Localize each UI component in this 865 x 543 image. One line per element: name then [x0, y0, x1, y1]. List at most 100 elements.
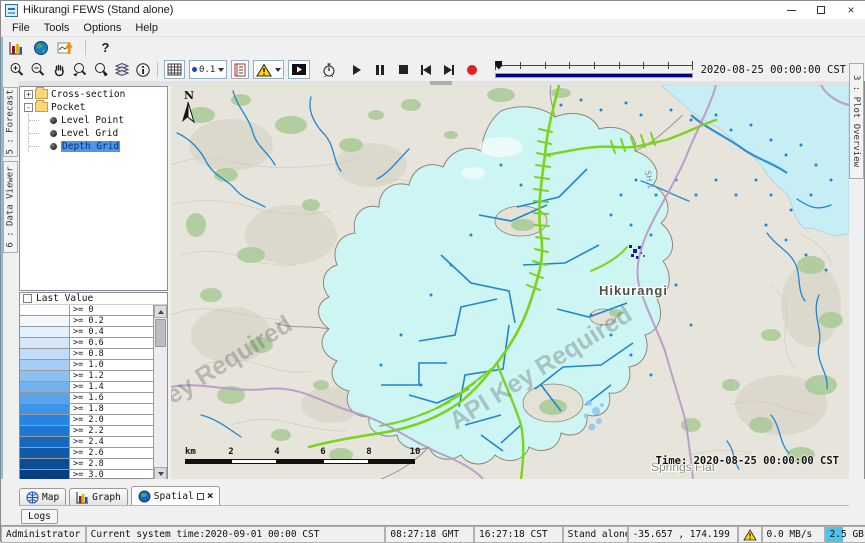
bottom-tab-area: Map Graph Spatial × Logs: [1, 479, 865, 525]
bar-chart-icon: [76, 491, 89, 504]
scale-bar: km 2 4 6 8 10: [185, 447, 435, 469]
sidebar-tab-data-viewer[interactable]: 6 : Data Viewer: [3, 161, 18, 253]
status-mode: Stand alone: [563, 526, 628, 543]
color-swatch: [20, 371, 70, 381]
legend-row: >= 0.8: [20, 349, 153, 360]
movie-icon: [291, 63, 307, 76]
zoom-out-button[interactable]: [28, 60, 47, 79]
color-swatch: [20, 316, 70, 326]
last-value-checkbox[interactable]: [23, 294, 32, 303]
record-button[interactable]: [465, 63, 479, 77]
timeline-thumb[interactable]: [495, 61, 502, 70]
close-tab-icon[interactable]: ×: [207, 492, 214, 500]
timeline-slider[interactable]: [495, 61, 692, 79]
grid-icon: [167, 63, 182, 76]
current-datetime-label: 2020-08-25 00:00:00 CST: [701, 64, 865, 76]
play-button[interactable]: [350, 63, 364, 77]
menu-options[interactable]: Options: [76, 22, 128, 34]
classbreak-dot-icon: [192, 67, 197, 72]
database-explorer-icon[interactable]: [7, 39, 24, 56]
maximize-button[interactable]: [806, 1, 836, 19]
legend-row: >= 1.2: [20, 371, 153, 382]
folder-icon: [35, 102, 48, 112]
north-arrow-icon: [181, 102, 195, 124]
legend-row: >= 1.8: [20, 404, 153, 415]
map-svg: SH 1 API Key Required API Key Required H…: [171, 85, 849, 479]
tab-graph[interactable]: Graph: [69, 488, 128, 505]
tree-item-depth-grid[interactable]: Depth Grid: [20, 140, 167, 152]
legend-scrollbar[interactable]: [154, 305, 167, 480]
animation-settings-button[interactable]: [319, 60, 338, 79]
pause-button[interactable]: [373, 63, 387, 77]
step-forward-button[interactable]: [442, 63, 456, 77]
pan-hand-icon[interactable]: [49, 60, 68, 79]
scrollbar-thumb[interactable]: [155, 319, 166, 347]
tab-map[interactable]: Map: [19, 488, 66, 505]
node-bullet-icon: [50, 130, 57, 137]
logs-tab[interactable]: Logs: [21, 509, 58, 524]
status-coordinates: -35.657 , 174.199: [628, 526, 738, 543]
spatial-map-canvas[interactable]: SH 1 API Key Required API Key Required H…: [171, 85, 849, 479]
next-zoom-button[interactable]: [91, 60, 110, 79]
color-swatch: [20, 327, 70, 337]
stop-button[interactable]: [396, 63, 410, 77]
main-toolbar: ?: [1, 37, 865, 58]
layers-icon[interactable]: [112, 60, 131, 79]
color-swatch: [20, 360, 70, 370]
tree-item-level-grid[interactable]: Level Grid: [20, 127, 167, 139]
toolbar-separator: [157, 62, 158, 77]
collapse-icon[interactable]: -: [24, 103, 33, 112]
status-warning[interactable]: [738, 526, 762, 543]
legend-panel: Last Value >= 0 >= 0.2 >= 0.4 >= 0.6 >= …: [19, 292, 168, 479]
help-button[interactable]: ?: [97, 39, 114, 56]
timeseries-display-icon[interactable]: [57, 39, 74, 56]
filters-tree[interactable]: + Cross-section - Pocket Level Point Lev…: [19, 86, 168, 291]
previous-zoom-button[interactable]: [70, 60, 89, 79]
app-icon: [5, 4, 18, 17]
info-icon[interactable]: [133, 60, 152, 79]
status-memory: 2.5 GB: [825, 526, 865, 543]
legend-button[interactable]: [231, 60, 249, 79]
step-back-button[interactable]: [419, 63, 433, 77]
step-back-icon: [423, 65, 431, 75]
tree-item-pocket[interactable]: - Pocket: [20, 101, 167, 113]
color-swatch: [20, 415, 70, 425]
interval-dropdown[interactable]: 0.1: [189, 60, 227, 79]
color-swatch: [20, 459, 70, 469]
map-time-overlay: Time: 2020-08-25 00:00:00 CST: [656, 455, 839, 467]
legend-row: >= 0: [20, 305, 153, 316]
menu-file[interactable]: File: [5, 22, 37, 34]
sidebar-tab-plot-overview[interactable]: 3 : Plot Overview: [849, 63, 864, 179]
zoom-in-button[interactable]: [7, 60, 26, 79]
tree-item-level-point[interactable]: Level Point: [20, 114, 167, 126]
color-swatch: [20, 305, 70, 315]
color-swatch: [20, 404, 70, 414]
step-forward-icon: [444, 65, 452, 75]
menu-help[interactable]: Help: [128, 22, 165, 34]
minimize-button[interactable]: [776, 1, 806, 19]
close-button[interactable]: ×: [836, 1, 865, 19]
tab-spatial[interactable]: Spatial ×: [131, 486, 221, 505]
legend-class-list: >= 0 >= 0.2 >= 0.4 >= 0.6 >= 0.8 >= 1.0 …: [20, 305, 154, 480]
map-globe-icon[interactable]: [32, 39, 49, 56]
color-swatch: [20, 393, 70, 403]
float-tab-icon[interactable]: [197, 493, 204, 500]
tree-item-cross-section[interactable]: + Cross-section: [20, 88, 167, 100]
color-swatch: [20, 448, 70, 458]
warning-icon: [256, 63, 272, 77]
scroll-up-icon[interactable]: [154, 305, 167, 318]
grid-display-button[interactable]: [164, 60, 185, 79]
legend-row: >= 0.6: [20, 338, 153, 349]
legend-row: >= 1.6: [20, 393, 153, 404]
folder-icon: [35, 89, 48, 99]
help-icon: ?: [102, 40, 110, 55]
movie-export-button[interactable]: [288, 60, 310, 79]
threshold-warning-dropdown[interactable]: [253, 60, 284, 79]
menu-bar: File Tools Options Help: [1, 19, 865, 37]
town-label: Hikurangi: [599, 283, 668, 298]
menu-tools[interactable]: Tools: [37, 22, 77, 34]
legend-row: >= 2.6: [20, 448, 153, 459]
sidebar-tab-forecast[interactable]: 5 : Forecast: [3, 87, 18, 157]
legend-icon: [234, 63, 246, 77]
expand-icon[interactable]: +: [24, 90, 33, 99]
